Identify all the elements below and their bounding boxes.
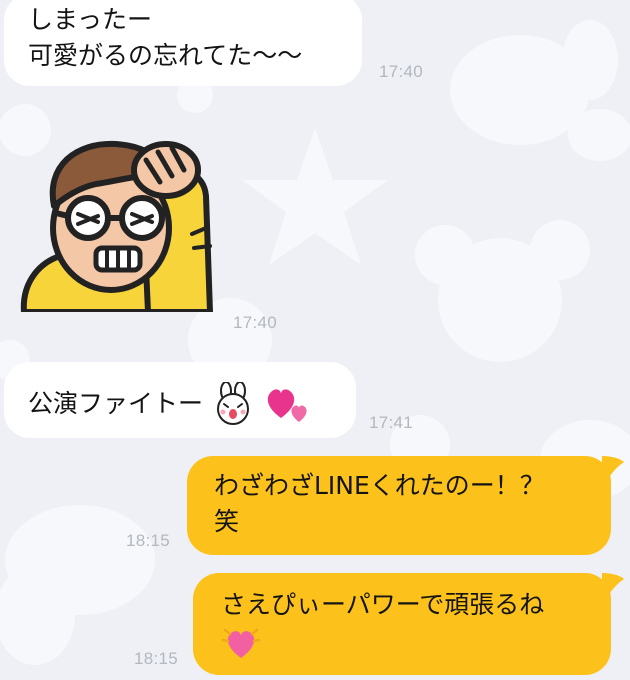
message-timestamp: 17:40 xyxy=(379,62,424,81)
outgoing-message-bubble[interactable]: わざわざLINEくれたのー！？ 笑 xyxy=(187,456,611,555)
message-text-line: しまったー xyxy=(28,5,153,34)
message-timestamp: 18:15 xyxy=(126,531,171,550)
incoming-message-bubble[interactable]: 公演ファイトー xyxy=(4,362,356,438)
bunny-face-emoji xyxy=(216,382,249,425)
hearts-emoji xyxy=(267,389,307,422)
bubble-tail xyxy=(602,456,624,482)
frustrated-man-with-glasses-sticker[interactable] xyxy=(16,136,222,312)
message-text-line: さえぴぃーパワーで頑張るね xyxy=(221,590,545,619)
bubble-tail xyxy=(602,573,624,599)
message-text-line: 笑 xyxy=(214,507,240,536)
message-text-line: わざわざLINEくれたのー！？ xyxy=(214,471,545,500)
message-text-line: 公演ファイトー xyxy=(28,389,204,418)
outgoing-message-bubble[interactable]: さえぴぃーパワーで頑張るね xyxy=(193,573,611,675)
message-timestamp: 17:40 xyxy=(233,313,278,332)
message-timestamp: 18:15 xyxy=(134,649,179,668)
message-text-line: 可愛がるの忘れてた〜〜 xyxy=(28,41,303,70)
message-timestamp: 17:41 xyxy=(369,413,414,432)
glowing-heart-emoji xyxy=(221,628,261,658)
incoming-message-bubble[interactable]: しまったー 可愛がるの忘れてた〜〜 xyxy=(4,0,362,86)
